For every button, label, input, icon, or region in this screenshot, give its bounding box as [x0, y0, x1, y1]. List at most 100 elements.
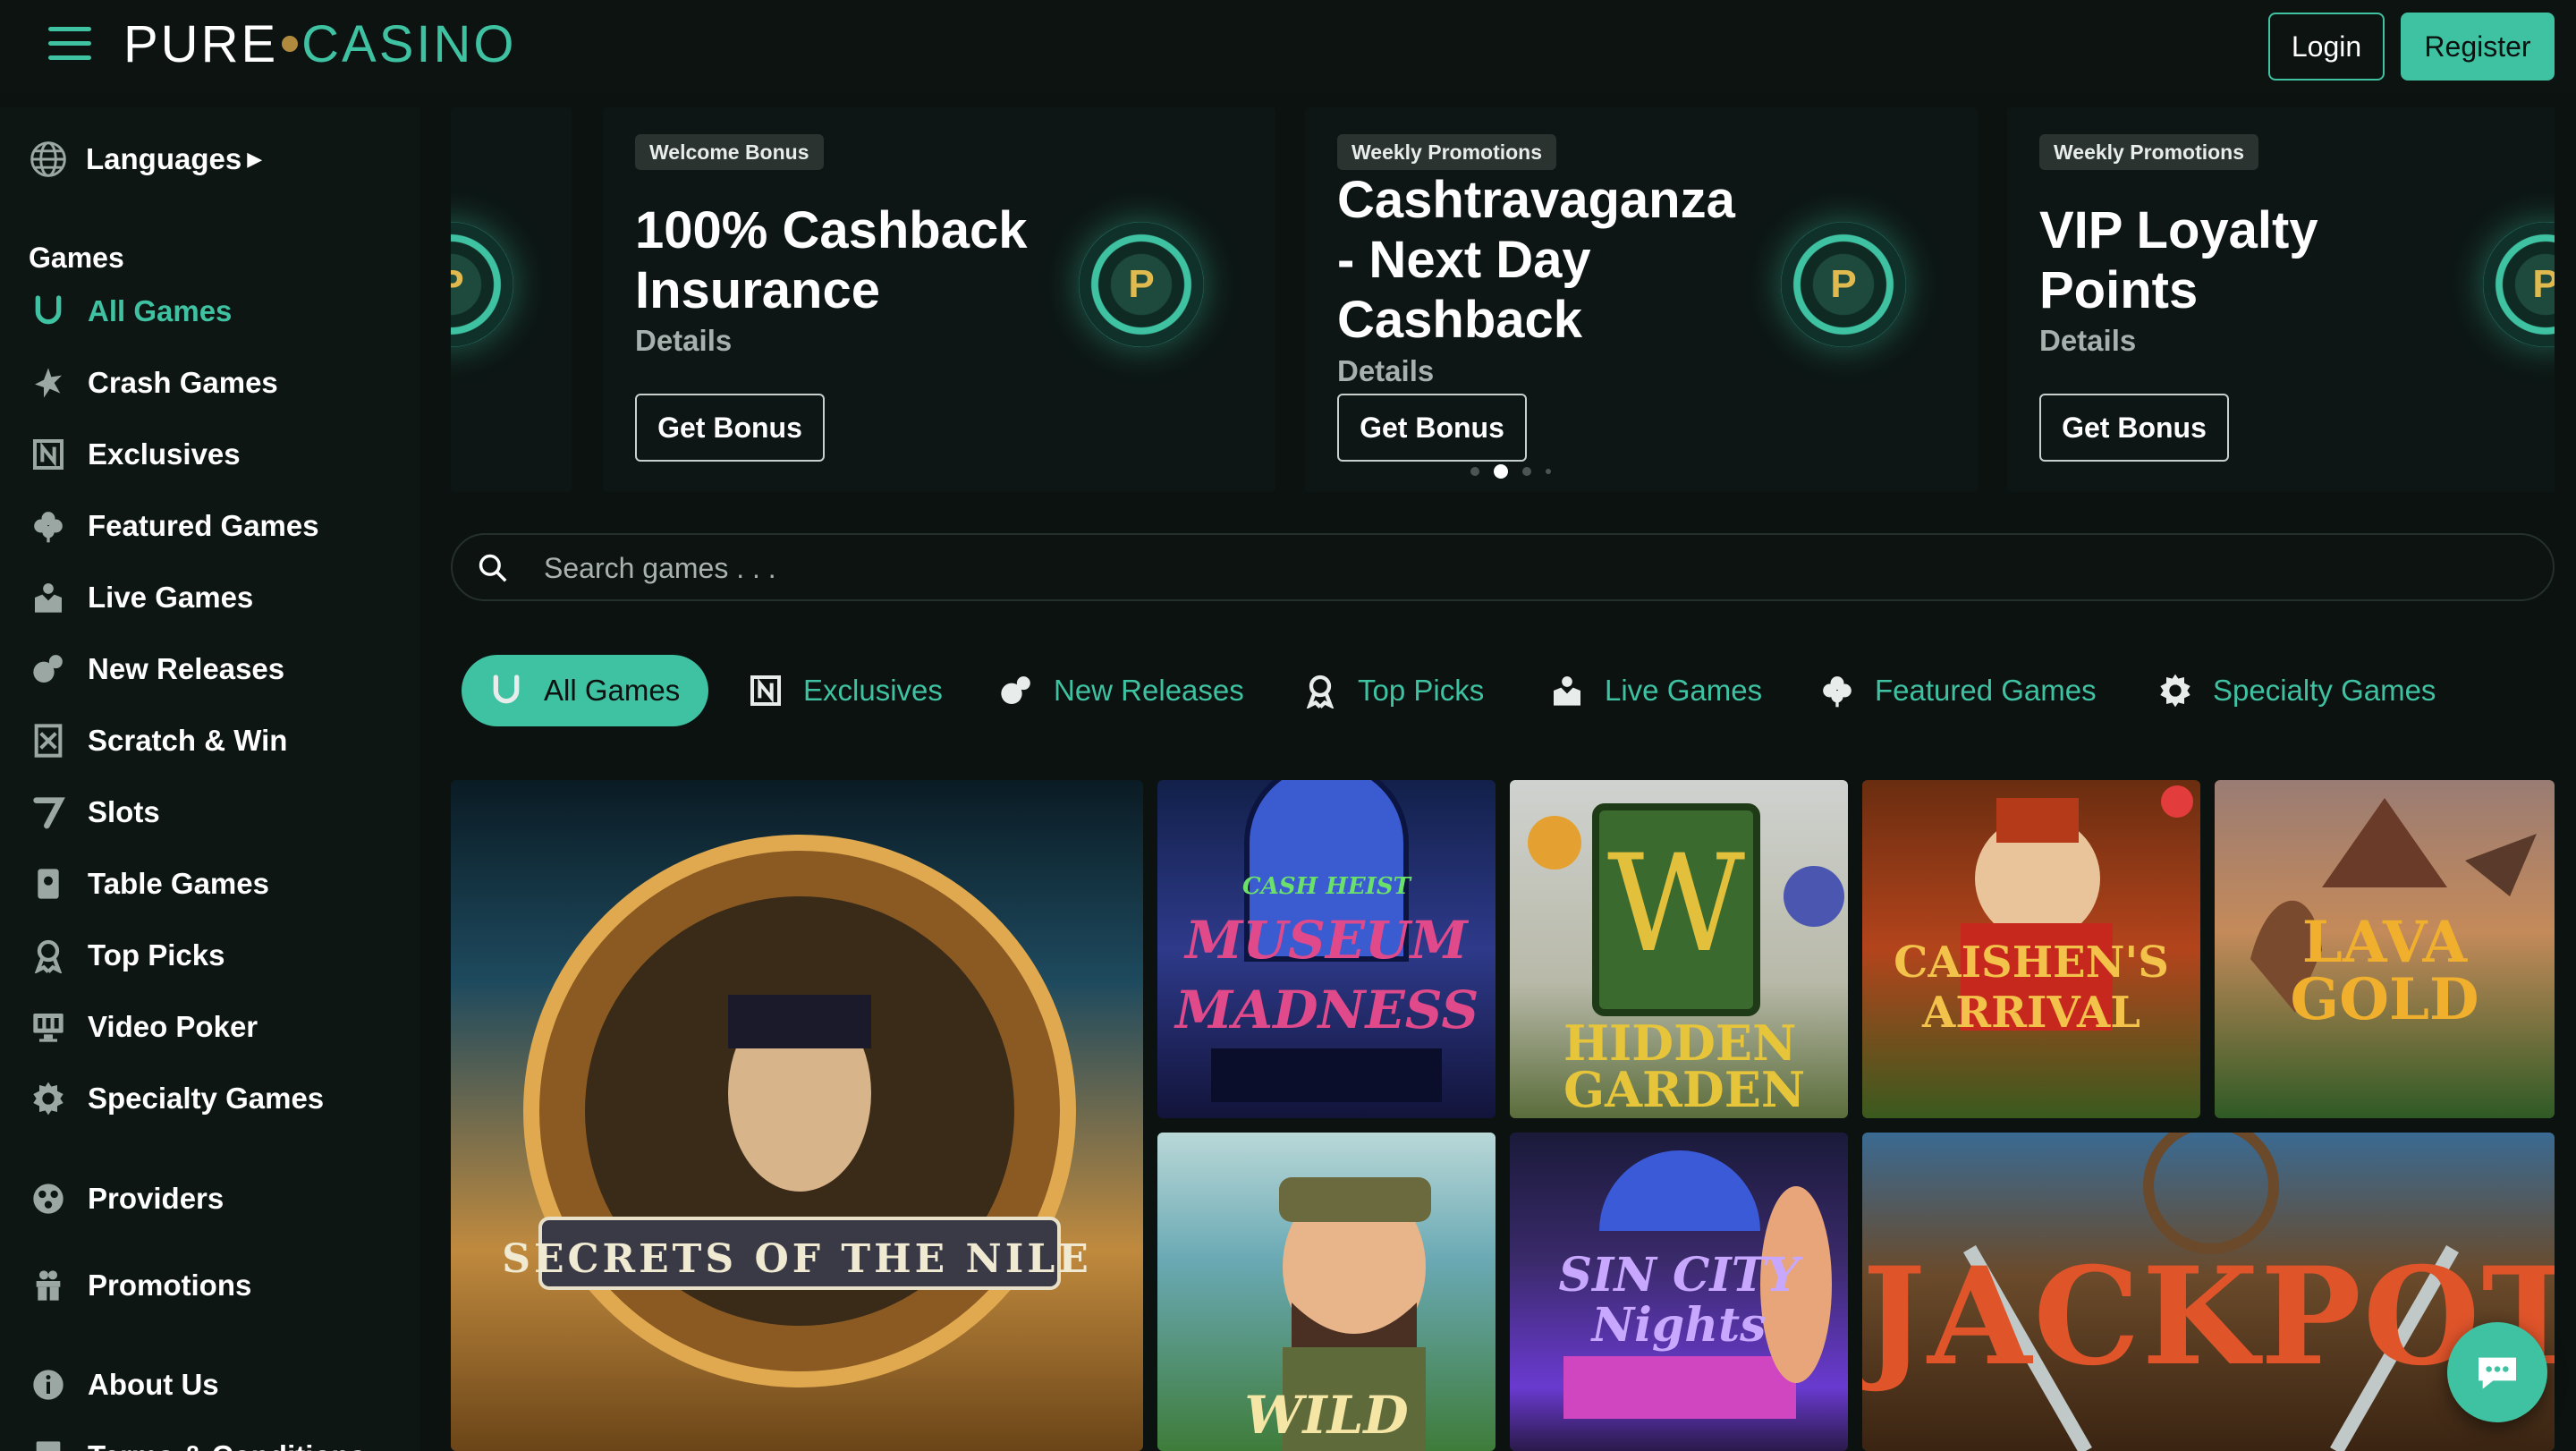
- horseshoe-icon: [29, 292, 68, 331]
- game-tile-museum-madness[interactable]: CASH HEIST MUSEUM MADNESS: [1157, 780, 1496, 1118]
- tab-exclusives[interactable]: Exclusives: [746, 655, 943, 726]
- sidebar-item-slots[interactable]: Slots: [29, 785, 404, 839]
- promo-card[interactable]: Weekly Promotions Cashtravaganza - Next …: [1305, 107, 1978, 492]
- tab-label: New Releases: [1054, 674, 1244, 707]
- sidebar-item-label: Scratch & Win: [88, 724, 288, 757]
- tab-label: Live Games: [1605, 674, 1763, 707]
- sidebar-item-all-games[interactable]: All Games: [29, 284, 404, 338]
- poker-chip-icon: [2483, 222, 2555, 347]
- promo-title: 100% Cashback Insurance: [635, 201, 1028, 319]
- poker-chip-icon: [451, 222, 513, 347]
- languages-menu[interactable]: Languages ▶: [29, 140, 262, 179]
- tab-label: Specialty Games: [2213, 674, 2436, 707]
- carousel-dot-active[interactable]: [1494, 464, 1508, 479]
- sidebar-item-label: Providers: [88, 1182, 225, 1215]
- sidebar-item-crash-games[interactable]: Crash Games: [29, 356, 404, 410]
- game-tile-wild-fishing[interactable]: WILD Fishing: [1157, 1133, 1496, 1451]
- sidebar-item-label: New Releases: [88, 652, 285, 685]
- sidebar-item-top-picks[interactable]: Top Picks: [29, 929, 404, 982]
- clover-icon: [1818, 671, 1857, 710]
- game-title: HIDDEN GARDEN: [1563, 1014, 1806, 1118]
- tab-top-picks[interactable]: Top Picks: [1301, 655, 1484, 726]
- sidebar-item-label: Specialty Games: [88, 1082, 325, 1115]
- providers-icon: [29, 1179, 68, 1218]
- promo-details-link[interactable]: Details: [1337, 354, 1434, 388]
- promo-details-link[interactable]: Details: [2039, 324, 2136, 358]
- languages-label: Languages: [86, 142, 242, 175]
- new-releases-icon: [29, 649, 68, 689]
- sidebar-item-table-games[interactable]: Table Games: [29, 857, 404, 911]
- game-artwork: [523, 835, 1076, 1387]
- gear-icon: [29, 1079, 68, 1118]
- cards-icon: [29, 864, 68, 904]
- register-button[interactable]: Register: [2401, 13, 2555, 81]
- sidebar-item-about-us[interactable]: About Us: [29, 1358, 404, 1412]
- exclusive-icon: [746, 671, 785, 710]
- game-title: SECRETS OF THE NILE: [502, 1236, 1092, 1282]
- sidebar-item-label: All Games: [88, 294, 233, 327]
- crash-icon: [29, 363, 68, 403]
- clover-icon: [29, 506, 68, 546]
- game-tile-sin-city-nights[interactable]: SIN CITY Nights: [1510, 1133, 1848, 1451]
- game-title: WILD Fishing: [1218, 1385, 1436, 1451]
- site-logo[interactable]: PURE CASINO: [123, 13, 517, 75]
- get-bonus-button[interactable]: Get Bonus: [2039, 394, 2229, 462]
- tab-featured-games[interactable]: Featured Games: [1818, 655, 2097, 726]
- carousel-dot[interactable]: [1470, 467, 1479, 476]
- game-tile-lava-gold[interactable]: LAVA GOLD: [2215, 780, 2555, 1118]
- logo-chip-icon: [282, 36, 299, 52]
- live-dealer-icon: [29, 578, 68, 617]
- menu-icon[interactable]: [48, 27, 91, 63]
- promo-carousel[interactable]: Welcome Bonus 100% Cashback Insurance De…: [451, 107, 2555, 492]
- carousel-dot[interactable]: [1546, 469, 1551, 474]
- sidebar-item-label: Live Games: [88, 581, 254, 614]
- sidebar-item-exclusives[interactable]: Exclusives: [29, 428, 404, 481]
- sidebar-item-video-poker[interactable]: Video Poker: [29, 1000, 404, 1054]
- login-button[interactable]: Login: [2268, 13, 2385, 81]
- tab-label: Featured Games: [1875, 674, 2097, 707]
- top-header: PURE CASINO Login Register: [0, 0, 2576, 93]
- games-section-title: Games: [29, 242, 124, 274]
- sidebar-item-label: Promotions: [88, 1269, 252, 1302]
- game-tile-secrets-of-the-nile[interactable]: SECRETS OF THE NILE: [451, 780, 1143, 1451]
- chat-button[interactable]: [2447, 1322, 2547, 1422]
- promo-details-link[interactable]: Details: [635, 324, 732, 358]
- poker-chip-icon: [1079, 222, 1204, 347]
- sidebar-item-providers[interactable]: Providers: [29, 1172, 404, 1226]
- carousel-dot[interactable]: [1522, 467, 1531, 476]
- tab-label: Top Picks: [1358, 674, 1485, 707]
- promo-tag: Welcome Bonus: [635, 134, 824, 170]
- tab-label: Exclusives: [803, 674, 943, 707]
- search-bar: [451, 533, 2555, 601]
- search-input[interactable]: [544, 544, 2512, 592]
- sidebar-item-live-games[interactable]: Live Games: [29, 571, 404, 624]
- monitor-icon: [29, 1007, 68, 1047]
- get-bonus-button[interactable]: Get Bonus: [1337, 394, 1527, 462]
- promo-card-previous[interactable]: [451, 107, 572, 492]
- sidebar-item-featured-games[interactable]: Featured Games: [29, 499, 404, 553]
- sidebar: Languages ▶ Games All Games Crash Games …: [0, 107, 420, 1451]
- scratch-card-icon: [29, 721, 68, 760]
- sidebar-item-promotions[interactable]: Promotions: [29, 1259, 404, 1312]
- horseshoe-icon: [487, 671, 526, 710]
- promo-card[interactable]: Weekly Promotions VIP Loyalty Points Det…: [2007, 107, 2555, 492]
- tab-specialty-games[interactable]: Specialty Games: [2156, 655, 2436, 726]
- sidebar-item-scratch-win[interactable]: Scratch & Win: [29, 714, 404, 768]
- game-subtitle: CASH HEIST: [1242, 873, 1411, 900]
- sidebar-item-specialty-games[interactable]: Specialty Games: [29, 1072, 404, 1125]
- sidebar-item-terms[interactable]: Terms & Conditions: [29, 1430, 404, 1451]
- game-tile-caishens-arrival[interactable]: CAISHEN'S ARRIVAL: [1862, 780, 2200, 1118]
- tab-all-games[interactable]: All Games: [462, 655, 709, 726]
- promo-title: VIP Loyalty Points: [2039, 201, 2318, 319]
- promo-tag: Weekly Promotions: [1337, 134, 1557, 170]
- sidebar-item-label: Table Games: [88, 867, 269, 900]
- game-tile-jackpot[interactable]: JACKPOT: [1862, 1133, 2555, 1451]
- promo-tag: Weekly Promotions: [2039, 134, 2259, 170]
- sidebar-item-new-releases[interactable]: New Releases: [29, 642, 404, 696]
- promo-card[interactable]: Welcome Bonus 100% Cashback Insurance De…: [603, 107, 1275, 492]
- tab-new-releases[interactable]: New Releases: [996, 655, 1244, 726]
- get-bonus-button[interactable]: Get Bonus: [635, 394, 825, 462]
- tab-live-games[interactable]: Live Games: [1547, 655, 1762, 726]
- game-tile-hidden-garden[interactable]: W HIDDEN GARDEN: [1510, 780, 1848, 1118]
- gear-icon: [2156, 671, 2195, 710]
